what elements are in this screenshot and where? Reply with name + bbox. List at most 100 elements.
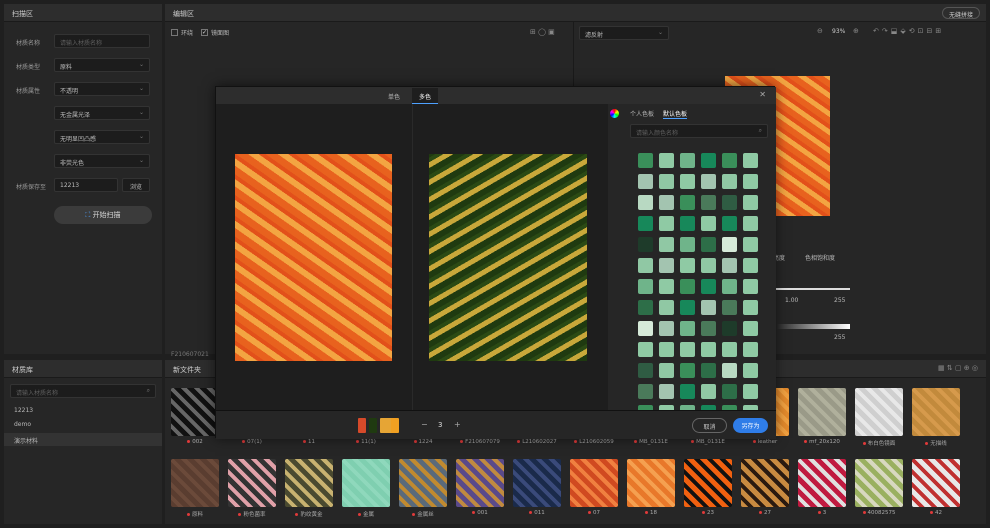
- color-swatch[interactable]: [722, 258, 737, 273]
- color-swatch[interactable]: [701, 342, 716, 357]
- field-select[interactable]: 无明显凹凸感 ⌄: [54, 130, 150, 144]
- color-swatch[interactable]: [659, 342, 674, 357]
- zoom-in-icon[interactable]: ⊕: [853, 27, 859, 35]
- library-item[interactable]: 12213: [14, 407, 33, 414]
- color-swatch[interactable]: [680, 384, 695, 399]
- color-swatch[interactable]: [743, 195, 758, 210]
- field-select[interactable]: 不透明 ⌄: [54, 82, 150, 96]
- color-swatch[interactable]: [701, 279, 716, 294]
- mirror-checkbox[interactable]: ✓: [201, 29, 208, 36]
- color-swatch[interactable]: [680, 258, 695, 273]
- color-swatch[interactable]: [659, 216, 674, 231]
- color-swatch[interactable]: [638, 237, 653, 252]
- material-thumbnail[interactable]: [684, 459, 732, 507]
- color-swatch[interactable]: [638, 279, 653, 294]
- material-thumbnail[interactable]: [342, 459, 390, 507]
- color-swatch[interactable]: [659, 237, 674, 252]
- color-swatch[interactable]: [659, 321, 674, 336]
- picked-color[interactable]: [391, 418, 399, 433]
- color-swatch[interactable]: [722, 279, 737, 294]
- picked-color[interactable]: [358, 418, 366, 433]
- color-swatch[interactable]: [722, 195, 737, 210]
- color-swatch[interactable]: [680, 153, 695, 168]
- color-swatch[interactable]: [743, 300, 758, 315]
- material-thumbnail[interactable]: [171, 388, 219, 436]
- material-thumbnail[interactable]: [171, 459, 219, 507]
- color-swatch[interactable]: [638, 384, 653, 399]
- count-value[interactable]: 3: [438, 421, 442, 429]
- color-swatch[interactable]: [701, 321, 716, 336]
- material-thumbnail[interactable]: [798, 459, 846, 507]
- color-swatch[interactable]: [722, 174, 737, 189]
- slider-track-1[interactable]: [775, 288, 850, 290]
- filter-select[interactable]: 滤反射 ⌄: [579, 26, 669, 40]
- color-wheel-icon[interactable]: [610, 109, 619, 118]
- color-swatch[interactable]: [701, 300, 716, 315]
- color-swatch[interactable]: [638, 195, 653, 210]
- name-input[interactable]: 请输入材质名称: [54, 34, 150, 48]
- color-swatch[interactable]: [659, 258, 674, 273]
- cancel-button[interactable]: 取消: [692, 418, 727, 433]
- color-swatch[interactable]: [722, 153, 737, 168]
- color-swatch[interactable]: [722, 300, 737, 315]
- color-swatch[interactable]: [680, 237, 695, 252]
- color-swatch[interactable]: [701, 258, 716, 273]
- grid-tools[interactable]: ▦ ⇅ ▢ ⊕ ◎: [938, 364, 978, 372]
- color-swatch[interactable]: [701, 195, 716, 210]
- color-swatch[interactable]: [659, 279, 674, 294]
- field-select[interactable]: 原料 ⌄: [54, 58, 150, 72]
- count-minus[interactable]: −: [421, 420, 428, 429]
- color-swatch[interactable]: [638, 363, 653, 378]
- color-swatch[interactable]: [722, 321, 737, 336]
- palette-tab-personal[interactable]: 个人色板: [630, 109, 654, 118]
- browse-button[interactable]: 浏览: [122, 178, 150, 192]
- material-thumbnail[interactable]: [570, 459, 618, 507]
- color-swatch[interactable]: [638, 174, 653, 189]
- color-swatch[interactable]: [701, 237, 716, 252]
- color-swatch[interactable]: [743, 321, 758, 336]
- close-icon[interactable]: ✕: [759, 90, 766, 99]
- color-swatch[interactable]: [638, 153, 653, 168]
- material-thumbnail[interactable]: [741, 459, 789, 507]
- color-swatch[interactable]: [743, 279, 758, 294]
- count-plus[interactable]: +: [454, 420, 461, 429]
- save-as-button[interactable]: 另存为: [733, 418, 768, 433]
- color-swatch[interactable]: [743, 216, 758, 231]
- color-swatch[interactable]: [743, 174, 758, 189]
- color-swatch[interactable]: [659, 384, 674, 399]
- color-swatch[interactable]: [743, 153, 758, 168]
- library-item-selected[interactable]: 演示材料: [4, 433, 162, 446]
- tab-single[interactable]: 单色: [388, 92, 400, 101]
- color-swatch[interactable]: [701, 153, 716, 168]
- color-swatch[interactable]: [743, 237, 758, 252]
- seamless-button[interactable]: 无缝拼接: [941, 7, 980, 19]
- color-swatch[interactable]: [722, 384, 737, 399]
- color-swatch[interactable]: [680, 321, 695, 336]
- color-swatch[interactable]: [659, 195, 674, 210]
- ring-checkbox[interactable]: [171, 29, 178, 36]
- material-thumbnail[interactable]: [912, 459, 960, 507]
- toolbar-icons[interactable]: ↶↷⬓⬙⟲⊡⊟⊞: [873, 27, 944, 35]
- color-swatch[interactable]: [659, 174, 674, 189]
- palette-search[interactable]: 请输入颜色名称 ⌕: [630, 124, 768, 138]
- color-swatch[interactable]: [680, 342, 695, 357]
- color-swatch[interactable]: [743, 384, 758, 399]
- material-thumbnail[interactable]: [513, 459, 561, 507]
- color-swatch[interactable]: [638, 342, 653, 357]
- material-thumbnail[interactable]: [399, 459, 447, 507]
- color-swatch[interactable]: [743, 363, 758, 378]
- color-swatch[interactable]: [680, 216, 695, 231]
- color-swatch[interactable]: [659, 300, 674, 315]
- color-swatch[interactable]: [722, 363, 737, 378]
- zoom-out-icon[interactable]: ⊖: [817, 27, 823, 35]
- color-swatch[interactable]: [680, 174, 695, 189]
- field-select[interactable]: 无金属光泽 ⌄: [54, 106, 150, 120]
- color-swatch[interactable]: [638, 300, 653, 315]
- color-swatch[interactable]: [743, 342, 758, 357]
- material-thumbnail[interactable]: [285, 459, 333, 507]
- field-select[interactable]: 非荧光色 ⌄: [54, 154, 150, 168]
- color-swatch[interactable]: [638, 258, 653, 273]
- palette-tab-default[interactable]: 默认色板: [663, 109, 688, 119]
- color-swatch[interactable]: [722, 342, 737, 357]
- material-thumbnail[interactable]: [912, 388, 960, 436]
